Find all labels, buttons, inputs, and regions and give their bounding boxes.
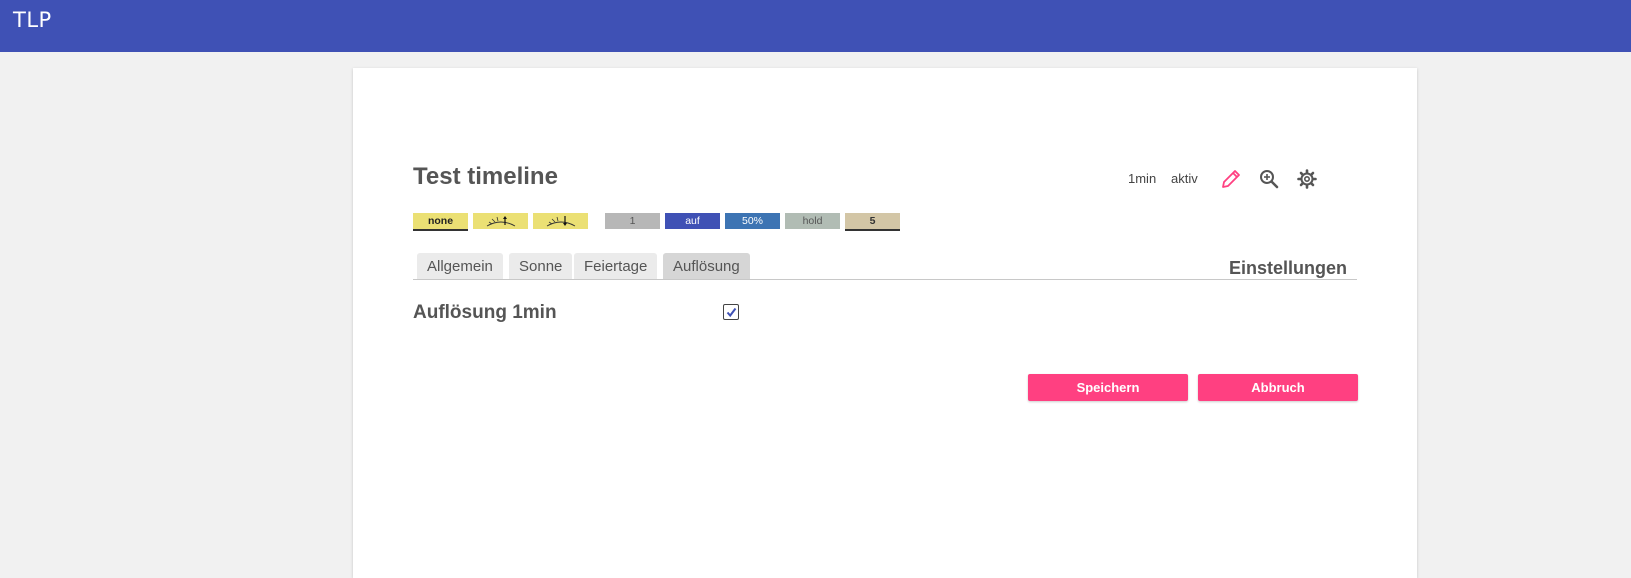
chip-sunrise[interactable] [473,213,528,229]
chip-none[interactable]: none [413,213,468,231]
resolution-indicator: 1min [1128,171,1157,186]
app-title: TLP [13,8,52,32]
cancel-button[interactable]: Abbruch [1198,374,1358,401]
chip-hold[interactable]: hold [785,213,840,229]
status-indicator: aktiv [1171,171,1198,186]
pencil-icon[interactable] [1219,167,1243,191]
timeline-card: Test timeline 1min aktiv none 1 auf 50% … [353,68,1417,578]
sunset-icon [546,216,575,227]
chip-label: none [427,215,454,227]
tab-divider [413,279,1357,280]
chip-sunset[interactable] [533,213,588,229]
chip-50-percent[interactable]: 50% [725,213,780,229]
section-title: Einstellungen [1228,258,1347,278]
tab-allgemein[interactable]: Allgemein [417,253,503,280]
chip-auf[interactable]: auf [665,213,720,229]
save-button[interactable]: Speichern [1028,374,1188,401]
chip-5[interactable]: 5 [845,213,900,231]
chip-label: 50% [741,215,763,227]
chip-label: hold [802,215,823,227]
chip-label: 5 [869,215,876,227]
tab-feiertage[interactable]: Feiertage [574,253,658,280]
chip-label: auf [685,215,700,227]
tab-aufloesung[interactable]: Auflösung [663,253,750,280]
timeline-title: Test timeline [413,163,558,190]
chip-1[interactable]: 1 [605,213,660,229]
top-app-bar: TLP [0,0,1631,52]
resolution-setting-label: Auflösung 1min [413,302,557,323]
chip-label: 1 [629,215,636,227]
tab-sonne[interactable]: Sonne [509,253,573,280]
sunrise-icon [486,216,515,227]
zoom-in-icon[interactable] [1257,167,1281,191]
checkmark-icon [726,307,736,317]
resolution-checkbox[interactable] [723,304,739,320]
gear-icon[interactable] [1295,167,1319,191]
